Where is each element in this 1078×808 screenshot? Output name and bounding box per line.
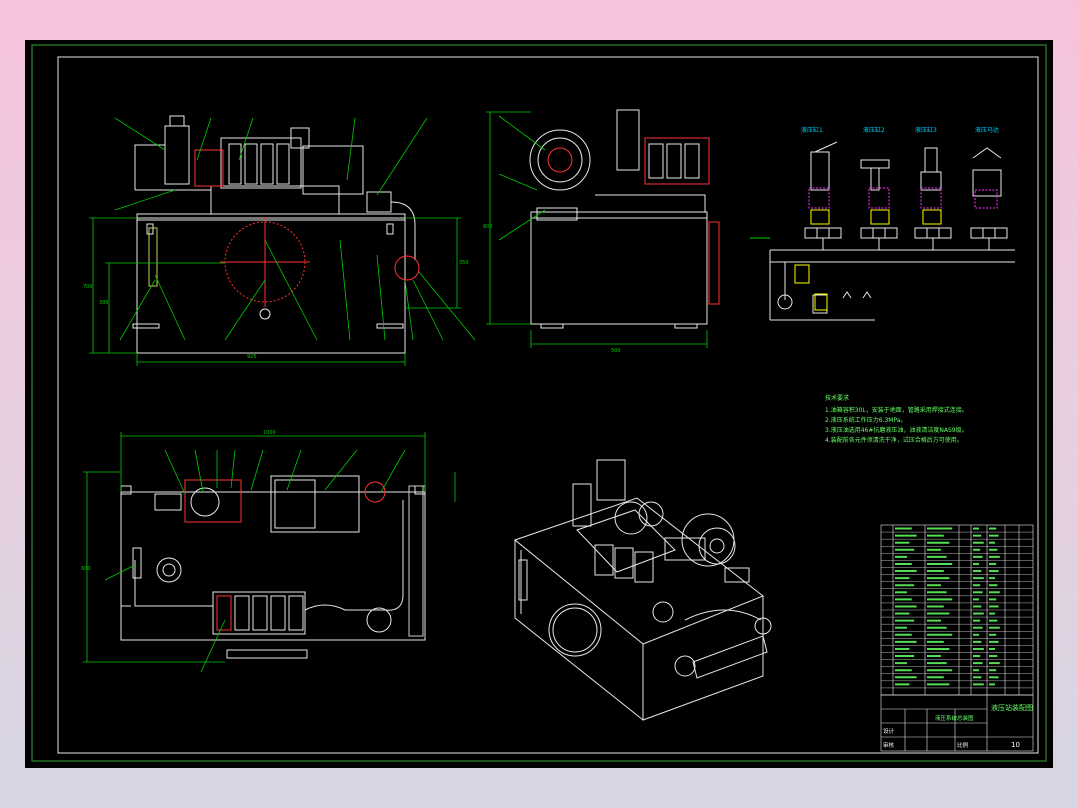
actuator-labels: 液压缸1 液压缸2 液压缸3 液压马达	[801, 126, 999, 134]
notes-title: 技术要求	[825, 394, 849, 402]
svg-text:1000: 1000	[263, 430, 276, 436]
actuator-label-4: 液压马达	[975, 126, 999, 134]
side-dim-text: 800 500	[483, 224, 621, 354]
top-valve-stack	[212, 591, 306, 635]
actuator-label-2: 液压缸2	[863, 126, 885, 134]
note-line-2: 2.液压系统工作压力6.3MPa。	[825, 416, 906, 424]
top-breather	[366, 607, 392, 633]
side-motor	[529, 129, 591, 191]
actuator-label-1: 液压缸1	[801, 126, 823, 134]
front-accumulator	[164, 125, 190, 185]
note-line-1: 1.油箱容积30L，安装于地面，管路采用焊接式连接。	[825, 406, 968, 414]
top-pump	[184, 479, 242, 523]
title-block-text: 液压系统总装图 液压站装配图 设计 审核 比例 10	[883, 703, 1033, 749]
drawing-name: 液压系统总装图	[935, 714, 974, 722]
top-tank	[120, 491, 426, 641]
side-tank	[530, 217, 708, 325]
iso-cleanout-cover	[548, 603, 602, 657]
front-motor	[302, 145, 364, 195]
top-gauge	[132, 547, 142, 579]
side-accumulator	[616, 109, 640, 171]
actuator-label-3: 液压缸3	[915, 126, 937, 134]
product-name: 液压站装配图	[991, 703, 1033, 712]
front-tank	[136, 217, 406, 354]
svg-text:500: 500	[611, 348, 621, 354]
svg-text:350: 350	[459, 260, 469, 266]
iso-motor	[681, 513, 735, 567]
front-balloons: 925 700 395 350	[83, 260, 469, 360]
cad-drawing: 925 700 395 350 800 500 液压缸1 液压缸2 液压缸3 液…	[31, 44, 1047, 762]
scale-label: 比例	[957, 741, 969, 749]
side-view	[529, 109, 720, 329]
front-filter	[394, 255, 420, 281]
checker-label: 审核	[883, 741, 895, 749]
isometric-view	[513, 459, 772, 722]
front-dimensions	[89, 117, 476, 366]
svg-text:800: 800	[483, 224, 493, 230]
parts-list-rows	[881, 527, 1033, 689]
side-dimensions	[486, 111, 708, 348]
note-line-4: 4.装配前各元件须清洗干净，试压合格后方可使用。	[825, 436, 963, 444]
top-dimensions	[83, 432, 456, 673]
hydraulic-schematic	[750, 141, 1015, 321]
iso-accumulator	[572, 483, 592, 527]
svg-text:600: 600	[81, 566, 91, 572]
iso-filter	[652, 601, 674, 623]
svg-text:925: 925	[247, 354, 257, 360]
designer-label: 设计	[883, 727, 895, 735]
top-view	[120, 475, 426, 659]
iso-level-gauge	[692, 635, 768, 679]
sheet-number: 10	[1011, 741, 1020, 749]
cad-drawing-canvas: 925 700 395 350 800 500 液压缸1 液压缸2 液压缸3 液…	[25, 40, 1053, 768]
top-filler-cap	[156, 557, 182, 583]
front-view	[132, 115, 420, 354]
technical-notes: 技术要求 1.油箱容积30L，安装于地面，管路采用焊接式连接。 2.液压系统工作…	[825, 394, 968, 444]
svg-text:395: 395	[99, 300, 109, 306]
top-dim-text: 1000 600	[81, 430, 276, 572]
svg-text:700: 700	[83, 284, 93, 290]
note-line-3: 3.液压油选用46#抗磨液压油，油液清洁度NAS9级。	[825, 426, 968, 434]
iso-tank-top	[513, 497, 764, 645]
